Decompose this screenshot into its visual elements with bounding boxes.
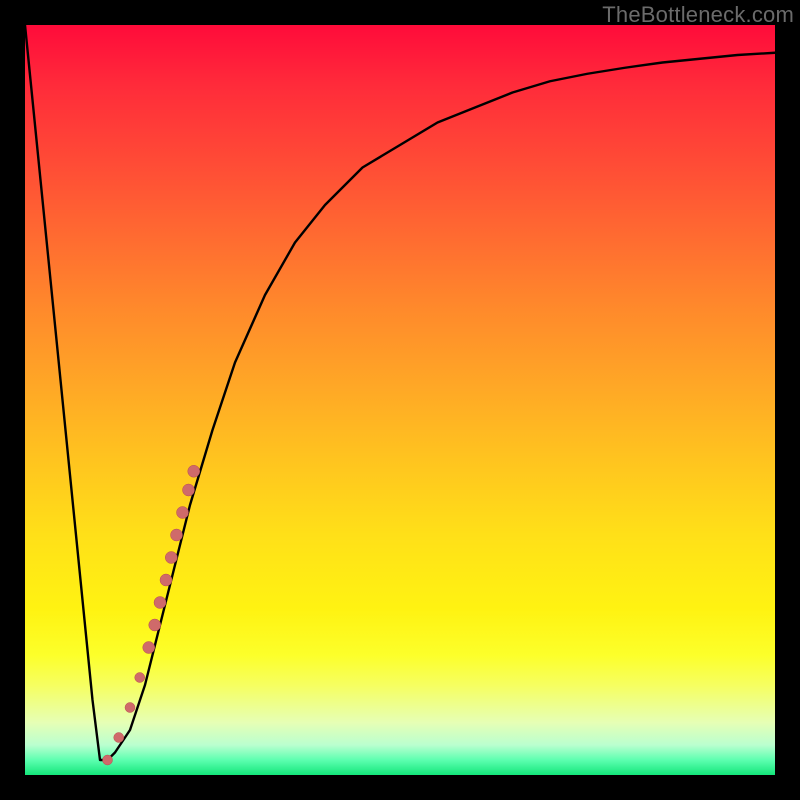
curve-marker xyxy=(114,733,124,743)
curve-marker xyxy=(171,529,183,541)
curve-marker xyxy=(188,465,200,477)
bottleneck-curve xyxy=(25,25,775,760)
curve-markers xyxy=(103,465,200,765)
curve-marker xyxy=(143,642,155,654)
curve-marker xyxy=(154,597,166,609)
curve-marker xyxy=(125,703,135,713)
curve-marker xyxy=(183,484,195,496)
curve-marker xyxy=(149,619,161,631)
chart-svg xyxy=(25,25,775,775)
curve-marker xyxy=(135,673,145,683)
curve-marker xyxy=(103,755,113,765)
chart-frame: TheBottleneck.com xyxy=(0,0,800,800)
curve-marker xyxy=(177,507,189,519)
curve-marker xyxy=(160,574,172,586)
curve-marker xyxy=(165,552,177,564)
watermark-text: TheBottleneck.com xyxy=(602,2,794,28)
plot-area xyxy=(25,25,775,775)
